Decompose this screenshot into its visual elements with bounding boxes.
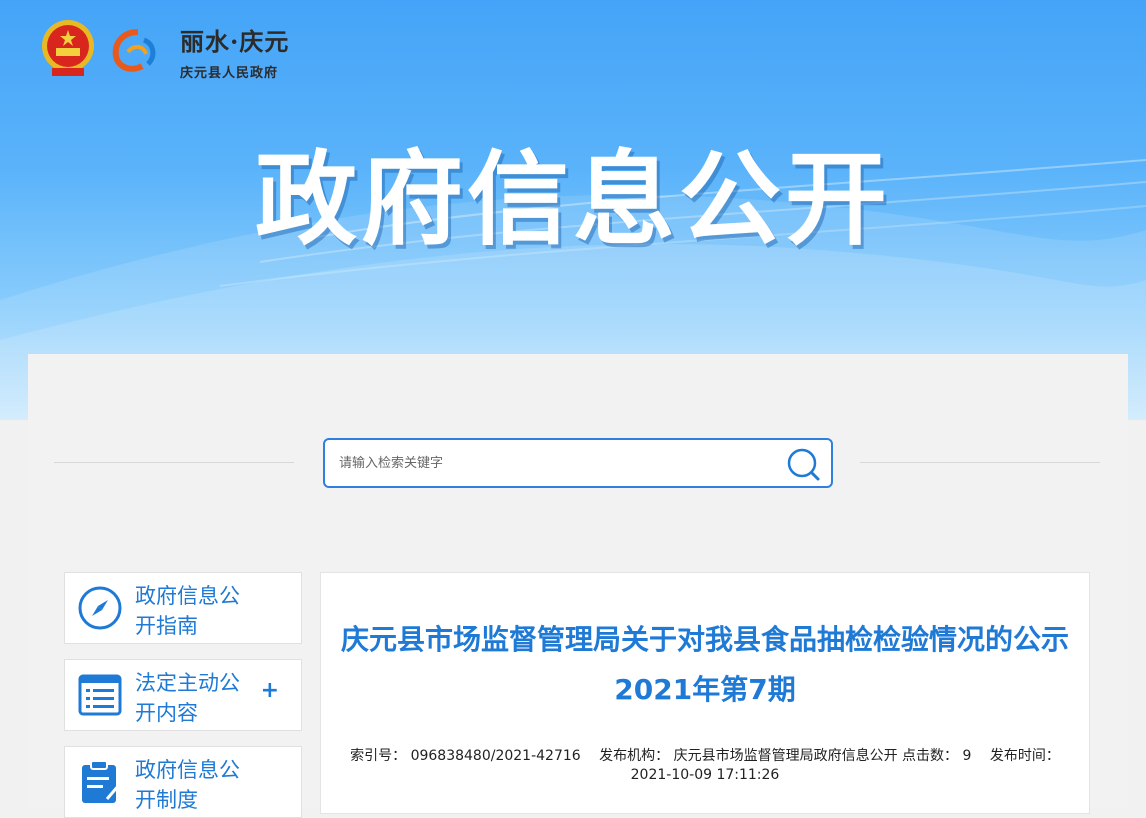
publisher-value: 庆元县市场监督管理局政府信息公开	[673, 748, 898, 764]
search-bar	[323, 438, 833, 488]
publisher-label: 发布机构：	[599, 748, 670, 764]
clicks-label: 点击数：	[902, 748, 959, 764]
sidebar-item-system[interactable]: 政府信息公开制度	[64, 746, 302, 818]
date-label: 发布时间：	[989, 748, 1060, 764]
sidebar-item-statutory-content[interactable]: 法定主动公开内容 +	[64, 659, 302, 731]
search-input[interactable]	[337, 450, 781, 476]
brand-subtitle: 庆元县人民政府	[180, 66, 279, 81]
city-logo-icon	[112, 29, 156, 72]
article-title: 庆元县市场监督管理局关于对我县食品抽检检验情况的公示2021年第7期	[341, 623, 1070, 706]
page-title: 政府信息公开	[255, 141, 891, 260]
divider-left	[54, 462, 294, 463]
content-panel: 政府信息公开指南 法定主动公开内容 + 政府信息公开制度 庆元县市场监督管理局关…	[28, 354, 1128, 818]
national-emblem-icon	[42, 20, 94, 76]
search-icon[interactable]	[785, 446, 821, 482]
sidebar-item-label: 法定主动公开内容	[135, 671, 240, 725]
divider-right	[860, 462, 1100, 463]
sidebar-item-guide[interactable]: 政府信息公开指南	[64, 572, 302, 644]
sidebar-item-label: 政府信息公开制度	[135, 758, 240, 812]
clipboard-icon	[82, 760, 121, 803]
expand-button[interactable]: +	[261, 678, 279, 703]
compass-icon	[78, 586, 122, 630]
article-card: 庆元县市场监督管理局关于对我县食品抽检检验情况的公示2021年第7期 索引号： …	[320, 572, 1090, 814]
sidebar-item-label: 政府信息公开指南	[135, 584, 240, 638]
article-meta: 索引号： 096838480/2021-42716 发布机构： 庆元县市场监督管…	[321, 745, 1089, 767]
index-value: 096838480/2021-42716	[410, 748, 581, 764]
clicks-value: 9	[962, 748, 972, 764]
list-icon	[78, 674, 122, 716]
date-value: 2021-10-09 17:11:26	[630, 767, 780, 783]
index-label: 索引号：	[350, 748, 407, 764]
brand-title: 丽水·庆元	[180, 27, 290, 56]
